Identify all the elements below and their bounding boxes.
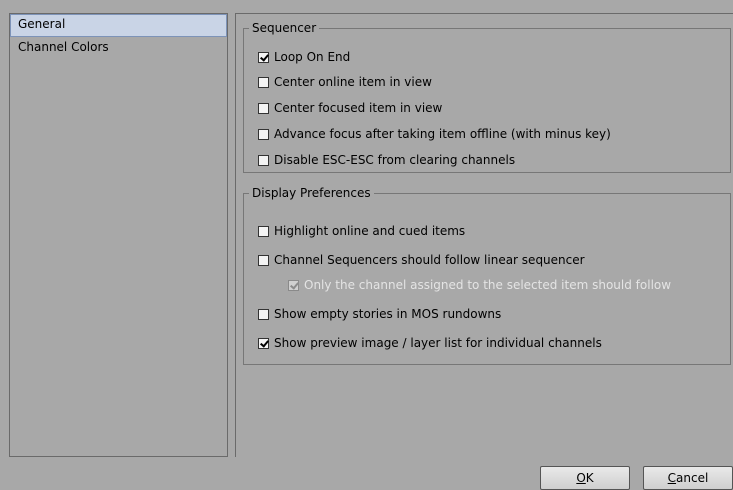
loop-on-end-label: Loop On End — [274, 50, 351, 64]
nav-item-general[interactable]: General — [10, 14, 227, 37]
highlight-online-option[interactable]: Highlight online and cued items — [258, 222, 465, 240]
ok-label-rest: K — [585, 471, 594, 485]
loop-on-end-checkbox[interactable] — [258, 52, 269, 63]
highlight-online-checkbox[interactable] — [258, 226, 269, 237]
channel-sequencers-follow-checkbox[interactable] — [258, 255, 269, 266]
settings-panel: Sequencer Loop On End Center online item… — [235, 13, 733, 457]
sequencer-group: Sequencer Loop On End Center online item… — [243, 21, 731, 173]
center-focused-item-option[interactable]: Center focused item in view — [258, 99, 442, 117]
highlight-online-label: Highlight online and cued items — [274, 224, 466, 238]
loop-on-end-option[interactable]: Loop On End — [258, 48, 350, 66]
advance-focus-checkbox[interactable] — [258, 129, 269, 140]
cancel-mnemonic: C — [667, 471, 677, 485]
show-preview-image-checkbox[interactable] — [258, 338, 269, 349]
advance-focus-option[interactable]: Advance focus after taking item offline … — [258, 125, 611, 143]
disable-esc-esc-label: Disable ESC-ESC from clearing channels — [274, 153, 516, 167]
center-online-item-label: Center online item in view — [274, 75, 432, 89]
show-empty-stories-label: Show empty stories in MOS rundowns — [274, 307, 502, 321]
display-preferences-group: Display Preferences Highlight online and… — [243, 186, 731, 365]
show-empty-stories-option[interactable]: Show empty stories in MOS rundowns — [258, 305, 501, 323]
show-empty-stories-checkbox[interactable] — [258, 309, 269, 320]
disable-esc-esc-checkbox[interactable] — [258, 155, 269, 166]
cancel-button[interactable]: Cancel — [643, 466, 733, 490]
disable-esc-esc-option[interactable]: Disable ESC-ESC from clearing channels — [258, 151, 515, 169]
nav-item-channel-colors[interactable]: Channel Colors — [10, 37, 227, 58]
ok-button[interactable]: OK — [540, 466, 630, 490]
channel-sequencers-follow-label: Channel Sequencers should follow linear … — [274, 253, 585, 267]
ok-mnemonic: O — [576, 471, 586, 485]
display-preferences-title: Display Preferences — [252, 186, 371, 200]
center-focused-item-checkbox[interactable] — [258, 103, 269, 114]
show-preview-image-option[interactable]: Show preview image / layer list for indi… — [258, 334, 602, 352]
only-assigned-channel-option: Only the channel assigned to the selecte… — [288, 276, 671, 294]
center-focused-item-label: Center focused item in view — [274, 101, 443, 115]
category-list: General Channel Colors — [9, 13, 228, 457]
channel-sequencers-follow-option[interactable]: Channel Sequencers should follow linear … — [258, 251, 585, 269]
advance-focus-label: Advance focus after taking item offline … — [274, 127, 611, 141]
only-assigned-channel-checkbox — [288, 280, 299, 291]
cancel-label-rest: ancel — [676, 471, 709, 485]
only-assigned-channel-label: Only the channel assigned to the selecte… — [304, 278, 672, 292]
center-online-item-checkbox[interactable] — [258, 77, 269, 88]
show-preview-image-label: Show preview image / layer list for indi… — [274, 336, 602, 350]
center-online-item-option[interactable]: Center online item in view — [258, 73, 432, 91]
sequencer-group-title: Sequencer — [252, 21, 317, 35]
